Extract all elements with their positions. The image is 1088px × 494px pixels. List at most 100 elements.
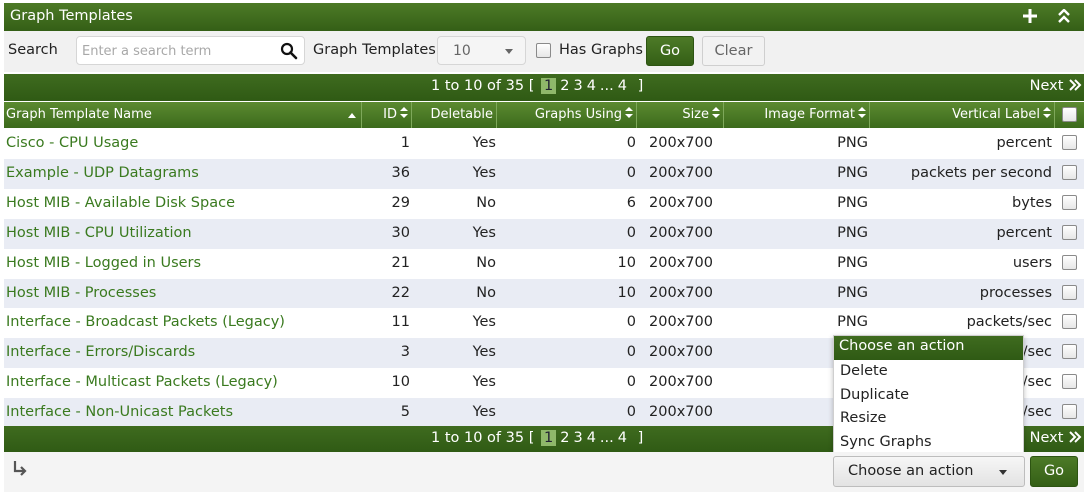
sort-icon — [1043, 107, 1051, 119]
cell-image-format: PNG — [837, 285, 868, 301]
page-link[interactable]: 3 — [573, 430, 582, 446]
action-menu-header[interactable]: Choose an action — [834, 336, 1023, 360]
select-all-checkbox[interactable] — [1062, 107, 1077, 122]
cell-deletable: Yes — [472, 135, 496, 151]
cell-vertical-label: bytes — [1012, 195, 1052, 211]
page-link[interactable]: 3 — [573, 78, 582, 94]
page-link-current[interactable]: 1 — [540, 78, 557, 94]
return-arrow-icon — [12, 460, 28, 480]
template-name-link[interactable]: Host MIB - CPU Utilization — [6, 225, 192, 241]
col-header-size-label: Size — [682, 107, 709, 122]
search-box[interactable] — [76, 36, 305, 65]
next-link[interactable]: Next — [1030, 430, 1082, 446]
row-select-checkbox[interactable] — [1062, 225, 1077, 240]
table-row[interactable]: Host MIB - Logged in Users 21 No 10 200x… — [4, 249, 1084, 279]
pagination-range: 1 to 10 of 35 [ 1 2 3 4... 4 ] — [431, 430, 643, 446]
page-link[interactable]: 4 — [587, 430, 596, 446]
template-name-link[interactable]: Interface - Multicast Packets (Legacy) — [6, 374, 278, 390]
template-name-link[interactable]: Host MIB - Processes — [6, 285, 156, 301]
action-select[interactable]: Choose an action — [833, 456, 1025, 487]
template-name-link[interactable]: Interface - Broadcast Packets (Legacy) — [6, 314, 285, 330]
table-header: Graph Template Name ID Deletable Graphs … — [4, 102, 1084, 128]
pagination-range: 1 to 10 of 35 [ 1 2 3 4... 4 ] — [431, 78, 643, 94]
col-header-image-format[interactable]: Image Format — [725, 102, 870, 128]
collapse-icon[interactable] — [1054, 6, 1074, 26]
page-link[interactable]: 2 — [560, 78, 569, 94]
table-row[interactable]: Host MIB - Processes 22 No 10 200x700 PN… — [4, 279, 1084, 309]
rows-per-page-value: 10 — [453, 43, 471, 59]
cell-size: 200x700 — [649, 285, 713, 301]
clear-button[interactable]: Clear — [702, 36, 765, 66]
range-text: 1 to 10 of 35 [ — [431, 430, 535, 446]
rows-label: Graph Templates — [313, 42, 436, 58]
row-select-checkbox[interactable] — [1062, 374, 1077, 389]
cell-deletable: Yes — [472, 225, 496, 241]
action-menu-item-delete[interactable]: Delete — [834, 360, 1023, 384]
row-select-checkbox[interactable] — [1062, 344, 1077, 359]
range-close-bracket: ] — [637, 430, 644, 446]
template-name-link[interactable]: Interface - Non-Unicast Packets — [6, 404, 233, 420]
search-icon[interactable] — [280, 42, 298, 60]
template-name-link[interactable]: Host MIB - Logged in Users — [6, 255, 201, 271]
plus-icon[interactable] — [1020, 6, 1040, 26]
cell-deletable: Yes — [472, 165, 496, 181]
cell-size: 200x700 — [649, 255, 713, 271]
cell-graphs-using: 0 — [626, 225, 636, 241]
next-label: Next — [1029, 430, 1064, 446]
row-select-checkbox[interactable] — [1062, 314, 1077, 329]
cell-deletable: Yes — [472, 404, 496, 420]
cell-graphs-using: 0 — [626, 404, 636, 420]
row-select-checkbox[interactable] — [1062, 285, 1077, 300]
cell-id: 29 — [391, 195, 410, 211]
cell-size: 200x700 — [649, 344, 713, 360]
row-select-checkbox[interactable] — [1062, 135, 1077, 150]
cell-size: 200x700 — [649, 165, 713, 181]
row-select-checkbox[interactable] — [1062, 404, 1077, 419]
action-menu-item-duplicate[interactable]: Duplicate — [834, 384, 1023, 408]
col-header-size[interactable]: Size — [638, 102, 724, 128]
page-ellipsis: ... — [599, 430, 614, 446]
table-row[interactable]: Interface - Broadcast Packets (Legacy) 1… — [4, 308, 1084, 338]
row-select-checkbox[interactable] — [1062, 255, 1077, 270]
page-link[interactable]: 2 — [560, 430, 569, 446]
table-row[interactable]: Host MIB - Available Disk Space 29 No 6 … — [4, 189, 1084, 219]
table-row[interactable]: Host MIB - CPU Utilization 30 Yes 0 200x… — [4, 219, 1084, 249]
sort-icon — [858, 107, 866, 119]
cell-id: 36 — [391, 165, 410, 181]
page-link[interactable]: 4 — [587, 78, 596, 94]
sort-icon — [400, 107, 408, 119]
action-menu-item-sync-graphs[interactable]: Sync Graphs — [834, 431, 1023, 455]
col-header-id[interactable]: ID — [363, 102, 412, 128]
cell-image-format: PNG — [837, 225, 868, 241]
sort-icon — [625, 107, 633, 119]
page-link-last[interactable]: 4 — [618, 430, 627, 446]
chevron-down-icon — [999, 470, 1007, 475]
rows-per-page-select[interactable]: 10 — [437, 36, 526, 65]
col-header-graphs-using[interactable]: Graphs Using — [498, 102, 637, 128]
cell-graphs-using: 10 — [617, 285, 636, 301]
col-header-vertical-label[interactable]: Vertical Label — [871, 102, 1055, 128]
table-row[interactable]: Example - UDP Datagrams 36 Yes 0 200x700… — [4, 159, 1084, 189]
template-name-link[interactable]: Example - UDP Datagrams — [6, 165, 199, 181]
template-name-link[interactable]: Cisco - CPU Usage — [6, 135, 138, 151]
double-chevron-right-icon — [1069, 79, 1082, 91]
cell-deletable: No — [476, 255, 496, 271]
page-link-last[interactable]: 4 — [618, 78, 627, 94]
row-select-checkbox[interactable] — [1062, 165, 1077, 180]
cell-graphs-using: 0 — [626, 344, 636, 360]
cell-vertical-label: percent — [996, 225, 1052, 241]
pagination-top: 1 to 10 of 35 [ 1 2 3 4... 4 ] Next — [4, 74, 1084, 101]
col-header-vertical-label-label: Vertical Label — [952, 107, 1040, 122]
table-row[interactable]: Cisco - CPU Usage 1 Yes 0 200x700 PNG pe… — [4, 129, 1084, 159]
action-menu-item-resize[interactable]: Resize — [834, 407, 1023, 431]
next-link[interactable]: Next — [1030, 78, 1082, 94]
template-name-link[interactable]: Interface - Errors/Discards — [6, 344, 195, 360]
row-select-checkbox[interactable] — [1062, 195, 1077, 210]
col-header-name[interactable]: Graph Template Name — [4, 102, 362, 128]
template-name-link[interactable]: Host MIB - Available Disk Space — [6, 195, 235, 211]
has-graphs-checkbox[interactable] — [536, 43, 551, 58]
action-go-button[interactable]: Go — [1030, 456, 1078, 487]
page-link-current[interactable]: 1 — [540, 430, 557, 446]
search-input[interactable] — [82, 42, 277, 60]
go-button[interactable]: Go — [646, 36, 694, 66]
